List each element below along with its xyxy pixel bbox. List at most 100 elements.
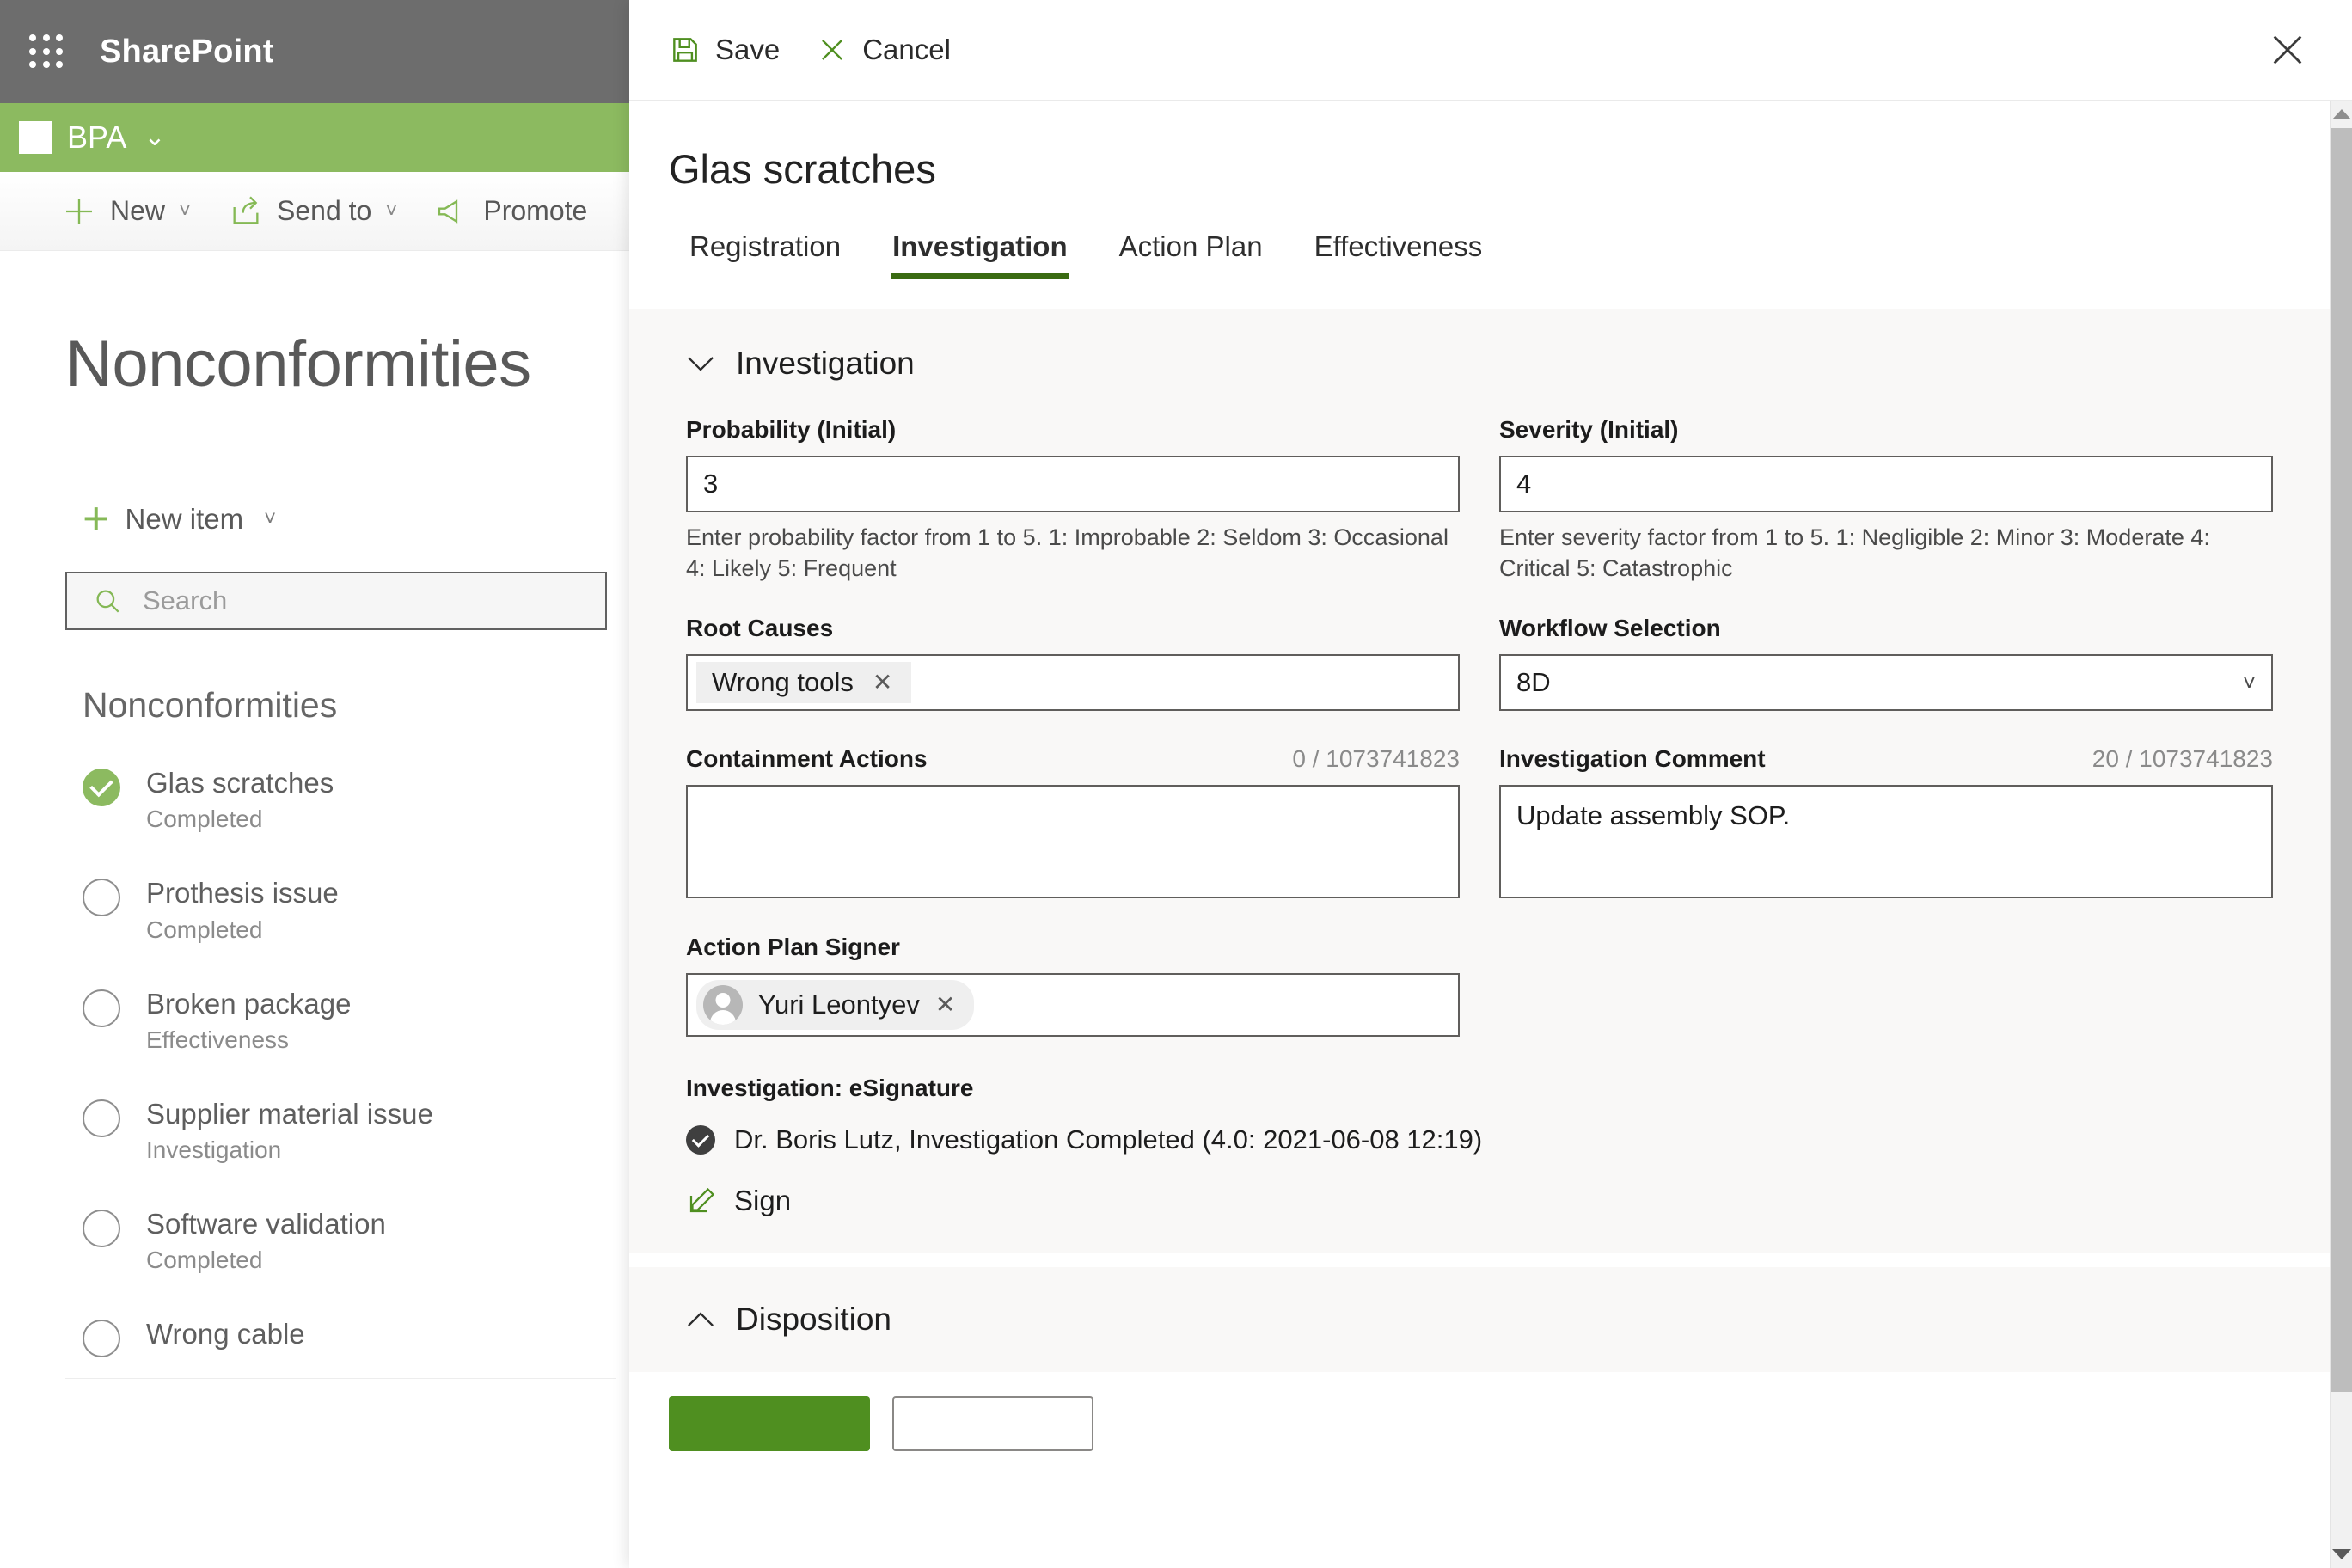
disposition-section-title: Disposition [736, 1302, 891, 1338]
close-icon [816, 34, 848, 66]
scroll-up-arrow-icon[interactable] [2331, 101, 2352, 128]
vertical-scrollbar[interactable] [2330, 101, 2352, 1568]
scrollbar-thumb[interactable] [2331, 128, 2352, 1392]
site-logo [19, 121, 52, 154]
status-circle-icon[interactable] [83, 989, 120, 1027]
severity-label: Severity (Initial) [1499, 416, 1679, 443]
list-item[interactable]: Broken package Effectiveness [65, 965, 616, 1075]
command-new-label: New [110, 195, 166, 226]
list-item-title: Wrong cable [146, 1318, 305, 1351]
waffle-icon[interactable] [24, 29, 69, 74]
tab-investigation[interactable]: Investigation [867, 230, 1093, 279]
cancel-button[interactable]: Cancel [816, 34, 951, 66]
tab-registration[interactable]: Registration [669, 230, 867, 279]
containment-actions-label: Containment Actions [686, 745, 928, 773]
panel-footer-buttons [629, 1372, 2330, 1452]
workflow-selection-label: Workflow Selection [1499, 615, 1721, 642]
sign-button[interactable]: Sign [686, 1185, 2273, 1217]
list-item-status: Completed [146, 1246, 263, 1274]
remove-chip-icon[interactable]: ✕ [873, 671, 892, 695]
esignature-entry: Dr. Boris Lutz, Investigation Completed … [686, 1124, 2273, 1155]
site-name[interactable]: BPA [67, 119, 126, 156]
primary-button[interactable] [669, 1396, 870, 1452]
command-send-to[interactable]: Send to ˅ [229, 194, 397, 229]
command-promote-label: Promote [483, 195, 588, 226]
search-input[interactable]: Search [65, 572, 607, 630]
workflow-selection-field: Workflow Selection 8D ˅ [1499, 615, 2273, 712]
suite-title[interactable]: SharePoint [100, 34, 274, 70]
action-plan-signer-field: Action Plan Signer Yuri Leontyev ✕ [686, 934, 1460, 1038]
save-icon [669, 34, 701, 66]
status-circle-icon[interactable] [83, 879, 120, 917]
status-circle-icon[interactable] [83, 1210, 120, 1247]
list-item[interactable]: Software validation Completed [65, 1185, 616, 1296]
close-panel-button[interactable] [2268, 30, 2307, 70]
command-new[interactable]: New ˅ [62, 194, 191, 229]
search-placeholder: Search [143, 585, 228, 616]
investigation-comment-label: Investigation Comment [1499, 745, 1766, 773]
list-item-title: Prothesis issue [146, 877, 339, 910]
chevron-up-icon [686, 1311, 715, 1328]
status-circle-icon[interactable] [83, 1320, 120, 1358]
panel-scroll-area: Glas scratches Registration Investigatio… [629, 101, 2330, 1568]
chevron-double-down-icon[interactable]: ⌄ [144, 125, 165, 150]
save-button[interactable]: Save [669, 34, 780, 66]
plus-icon: + [83, 493, 110, 545]
status-check-icon[interactable] [83, 769, 120, 806]
investigation-comment-textarea[interactable] [1499, 785, 2273, 899]
action-plan-signer-picker[interactable]: Yuri Leontyev ✕ [686, 973, 1460, 1038]
section-divider [629, 1253, 2330, 1261]
tab-action-plan[interactable]: Action Plan [1093, 230, 1289, 279]
containment-actions-counter: 0 / 1073741823 [1292, 745, 1460, 773]
panel-body: Glas scratches Registration Investigatio… [629, 100, 2352, 1568]
sign-label: Sign [734, 1185, 792, 1217]
nonconformities-list: Glas scratches Completed Prothesis issue… [65, 744, 616, 1380]
new-item-label: New item [125, 503, 244, 535]
chevron-down-icon: ˅ [179, 199, 192, 223]
share-icon [229, 194, 263, 229]
scroll-down-arrow-icon[interactable] [2331, 1540, 2352, 1568]
probability-field: Probability (Initial) 3 Enter probabilit… [686, 416, 1460, 584]
workflow-selection-value: 8D [1516, 667, 1551, 698]
investigation-comment-counter: 20 / 1073741823 [2092, 745, 2273, 773]
cancel-label: Cancel [862, 34, 951, 65]
root-cause-chip[interactable]: Wrong tools ✕ [696, 662, 912, 704]
probability-input[interactable]: 3 [686, 456, 1460, 512]
plus-icon [62, 194, 96, 229]
esignature-entry-text: Dr. Boris Lutz, Investigation Completed … [734, 1124, 1483, 1155]
list-item-title: Glas scratches [146, 767, 334, 799]
secondary-button[interactable] [892, 1396, 1093, 1452]
list-item-title: Software validation [146, 1208, 386, 1240]
command-send-to-label: Send to [277, 195, 372, 226]
megaphone-icon [435, 194, 469, 229]
remove-chip-icon[interactable]: ✕ [935, 993, 955, 1017]
command-promote[interactable]: Promote [435, 194, 587, 229]
tab-effectiveness[interactable]: Effectiveness [1289, 230, 1509, 279]
probability-hint: Enter probability factor from 1 to 5. 1:… [686, 524, 1449, 581]
containment-actions-textarea[interactable] [686, 785, 1460, 899]
disposition-section-header[interactable]: Disposition [686, 1302, 2273, 1338]
investigation-comment-field: Investigation Comment 20 / 1073741823 [1499, 745, 2273, 903]
severity-field: Severity (Initial) 4 Enter severity fact… [1499, 416, 2273, 584]
severity-hint: Enter severity factor from 1 to 5. 1: Ne… [1499, 524, 2210, 581]
root-causes-label: Root Causes [686, 615, 834, 642]
status-circle-icon[interactable] [83, 1099, 120, 1137]
list-item-status: Completed [146, 916, 263, 943]
signed-check-icon [686, 1125, 715, 1155]
list-item[interactable]: Prothesis issue Completed [65, 854, 616, 965]
list-item-status: Investigation [146, 1136, 282, 1163]
chevron-down-icon [686, 355, 715, 372]
person-chip[interactable]: Yuri Leontyev ✕ [696, 980, 975, 1031]
panel-tabs: Registration Investigation Action Plan E… [669, 230, 2330, 279]
root-cause-chip-label: Wrong tools [712, 667, 854, 698]
investigation-section-header[interactable]: Investigation [686, 346, 2273, 382]
list-item[interactable]: Wrong cable [65, 1295, 616, 1380]
severity-input[interactable]: 4 [1499, 456, 2273, 512]
save-label: Save [715, 34, 781, 65]
root-causes-picker[interactable]: Wrong tools ✕ [686, 654, 1460, 712]
list-item[interactable]: Glas scratches Completed [65, 744, 616, 855]
list-item[interactable]: Supplier material issue Investigation [65, 1075, 616, 1185]
list-item-status: Completed [146, 805, 263, 833]
workflow-selection-dropdown[interactable]: 8D ˅ [1499, 654, 2273, 712]
chevron-down-icon: ˅ [2242, 669, 2256, 695]
